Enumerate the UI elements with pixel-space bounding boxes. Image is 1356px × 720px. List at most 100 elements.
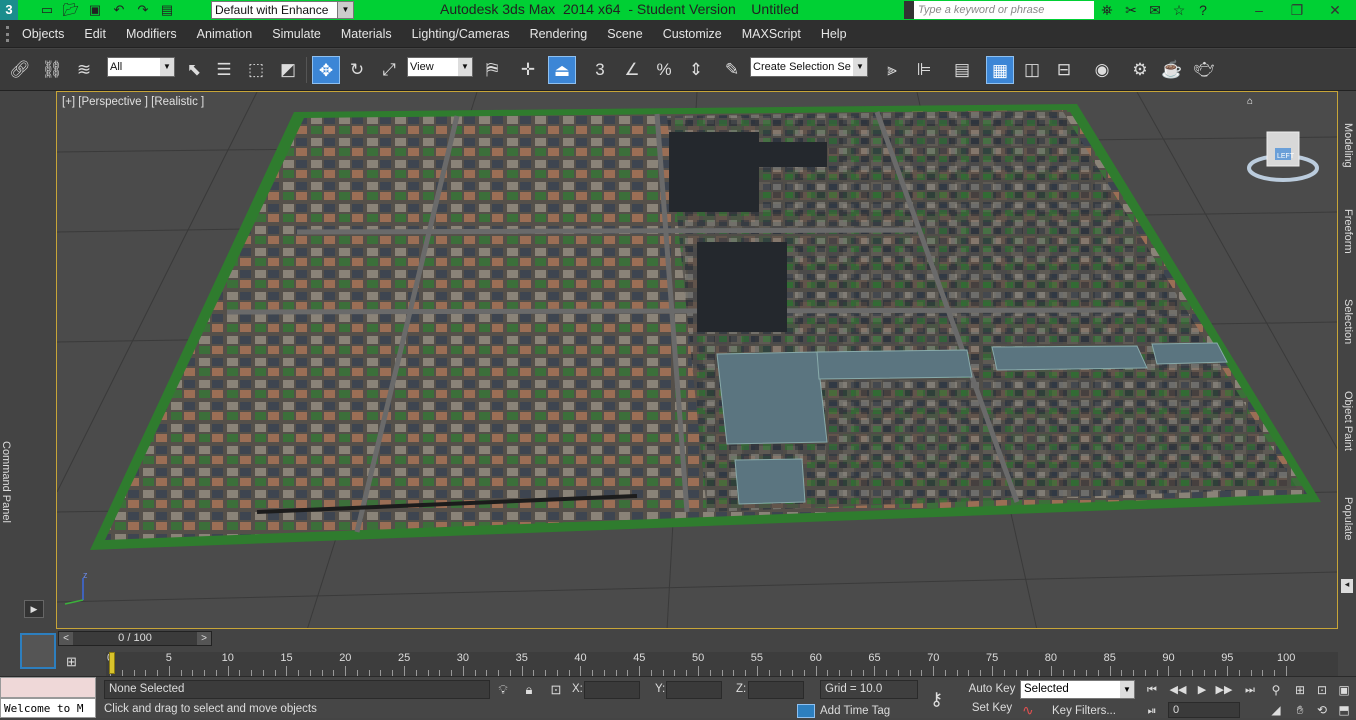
restore-button[interactable]: ❐ (1278, 0, 1316, 20)
orbit-icon[interactable]: ⟲ (1312, 701, 1332, 719)
angle-snap-icon[interactable]: ∠ (618, 56, 646, 84)
redo-icon[interactable]: ↷ (134, 1, 152, 19)
current-frame-field[interactable]: 0 (1168, 702, 1240, 718)
absolute-mode-icon[interactable]: ⊡ (547, 681, 565, 699)
zoom-icon[interactable]: ⚲ (1266, 681, 1286, 699)
go-to-start-icon[interactable]: ⏮ (1140, 681, 1164, 699)
save-file-icon[interactable]: ▣ (86, 1, 104, 19)
undo-icon[interactable]: ↶ (110, 1, 128, 19)
snaps-toggle-icon[interactable]: 3 (586, 56, 614, 84)
project-folder-icon[interactable]: ▤ (158, 1, 176, 19)
select-object-icon[interactable]: ⬉ (180, 56, 208, 84)
command-panel-tab[interactable]: Command Panel (0, 441, 14, 523)
home-icon[interactable]: ⌂ (1247, 96, 1257, 107)
menu-materials[interactable]: Materials (331, 20, 402, 48)
time-slider[interactable]: < 0 / 100 > (58, 631, 212, 646)
percent-snap-icon[interactable]: % (650, 56, 678, 84)
key-set-dropdown[interactable]: Selected ▼ (1020, 680, 1135, 699)
x-coordinate-field[interactable] (584, 681, 640, 699)
zoom-extents-all-icon[interactable]: ▣ (1334, 681, 1354, 699)
menu-lighting-cameras[interactable]: Lighting/Cameras (402, 20, 520, 48)
tab-modeling[interactable]: Modeling (1340, 123, 1354, 183)
viewport-label[interactable]: [+] [Perspective ] [Realistic ] (62, 96, 204, 108)
binoculars-icon[interactable]: ⛯ (1097, 0, 1117, 20)
menu-objects[interactable]: Objects (12, 20, 74, 48)
mirror-icon[interactable]: ⫸ (878, 56, 906, 84)
key-icon[interactable]: ⚷ (930, 689, 943, 710)
menu-edit[interactable]: Edit (74, 20, 116, 48)
selection-filter-dropdown[interactable]: All ▼ (107, 57, 175, 77)
workspace-dropdown[interactable]: Default with Enhance ▼ (211, 1, 354, 19)
menu-help[interactable]: Help (811, 20, 857, 48)
rendered-frame-window-icon[interactable]: ☕ (1158, 56, 1186, 84)
default-tangent-icon[interactable]: ∿ (1022, 702, 1042, 718)
app-logo-icon[interactable]: 3 (0, 0, 18, 20)
maxscript-listener[interactable]: Welcome to M (0, 677, 96, 718)
tools-icon[interactable]: ✂ (1121, 0, 1141, 20)
menu-animation[interactable]: Animation (187, 20, 263, 48)
tab-populate[interactable]: Populate (1340, 497, 1354, 557)
rectangular-selection-icon[interactable]: ⬚ (242, 56, 270, 84)
menu-customize[interactable]: Customize (653, 20, 732, 48)
schematic-view-icon[interactable]: ⊟ (1050, 56, 1078, 84)
expand-ribbon-icon[interactable]: ◂ (1341, 579, 1353, 593)
help-icon[interactable]: ? (1193, 0, 1213, 20)
select-and-scale-icon[interactable]: ⤢ (375, 56, 403, 84)
link-icon[interactable]: 🔗︎ (6, 56, 34, 84)
maxscript-input[interactable] (0, 677, 96, 698)
select-by-name-icon[interactable]: ☰ (210, 56, 238, 84)
add-time-tag-button[interactable]: Add Time Tag (820, 705, 890, 717)
exchange-icon[interactable]: ✉ (1145, 0, 1165, 20)
selection-lock-icon[interactable]: 🔒︎ (520, 681, 538, 699)
tab-freeform[interactable]: Freeform (1340, 209, 1354, 269)
render-production-icon[interactable]: 🫖︎ (1190, 56, 1218, 84)
y-coordinate-field[interactable] (666, 681, 722, 699)
bind-space-warp-icon[interactable]: ≋ (70, 56, 98, 84)
auto-key-button[interactable]: Auto Key (966, 680, 1018, 699)
favorites-star-icon[interactable]: ☆ (1169, 0, 1189, 20)
menu-scene[interactable]: Scene (597, 20, 652, 48)
keyboard-shortcut-override-icon[interactable]: ⏏ (548, 56, 576, 84)
spinner-snap-icon[interactable]: ⇕ (682, 56, 710, 84)
play-icon[interactable]: ▶ (1190, 681, 1214, 699)
named-selection-sets-dropdown[interactable]: Create Selection Se ▼ (750, 57, 868, 77)
prev-frame-button[interactable]: < (59, 632, 73, 645)
new-file-icon[interactable]: ▭ (38, 1, 56, 19)
time-cursor[interactable] (109, 652, 115, 674)
unlink-icon[interactable]: ⛓ (38, 56, 66, 84)
open-mini-curve-editor-icon[interactable]: ⊞ (66, 654, 88, 670)
z-coordinate-field[interactable] (748, 681, 804, 699)
window-crossing-icon[interactable]: ◩ (274, 56, 302, 84)
select-and-rotate-icon[interactable]: ↻ (343, 56, 371, 84)
close-button[interactable]: ✕ (1316, 0, 1354, 20)
minimize-button[interactable]: – (1240, 0, 1278, 20)
next-frame-icon[interactable]: ▶▶ (1212, 681, 1236, 699)
track-ruler[interactable]: 0510152025303540455055606570758085909510… (106, 652, 1338, 676)
pan-view-icon[interactable]: ✋︎ (1290, 701, 1310, 719)
key-filters-button[interactable]: Key Filters... (1052, 705, 1116, 717)
isolate-selection-icon[interactable]: 💡︎ (494, 681, 512, 699)
expand-arrow-icon[interactable]: ▶ (24, 600, 44, 618)
menu-modifiers[interactable]: Modifiers (116, 20, 187, 48)
zoom-extents-icon[interactable]: ⊡ (1312, 681, 1332, 699)
time-tag-icon[interactable] (797, 704, 815, 718)
go-to-end-icon[interactable]: ⏭ (1238, 681, 1262, 699)
previous-frame-icon[interactable]: ◀◀ (1166, 681, 1190, 699)
menu-maxscript[interactable]: MAXScript (732, 20, 811, 48)
select-and-move-icon[interactable]: ✥ (312, 56, 340, 84)
render-setup-icon[interactable]: ⚙ (1126, 56, 1154, 84)
curve-editor-icon[interactable]: ◫ (1018, 56, 1046, 84)
pivot-center-icon[interactable]: ⛿ (478, 56, 506, 84)
menu-simulate[interactable]: Simulate (262, 20, 331, 48)
select-manipulate-icon[interactable]: ✛ (514, 56, 542, 84)
maximize-viewport-icon[interactable]: ⬒ (1334, 701, 1354, 719)
maxscript-output[interactable]: Welcome to M (0, 698, 96, 718)
search-input[interactable]: Type a keyword or phrase (904, 1, 1094, 19)
reference-coordinate-dropdown[interactable]: View ▼ (407, 57, 473, 77)
tab-selection[interactable]: Selection (1340, 299, 1354, 359)
next-frame-button[interactable]: > (197, 632, 211, 645)
set-key-button[interactable]: Set Key (966, 702, 1018, 718)
graphite-toolbar-icon[interactable]: ▦ (986, 56, 1014, 84)
mini-listener-thumbnail[interactable] (20, 633, 56, 669)
menu-rendering[interactable]: Rendering (520, 20, 598, 48)
